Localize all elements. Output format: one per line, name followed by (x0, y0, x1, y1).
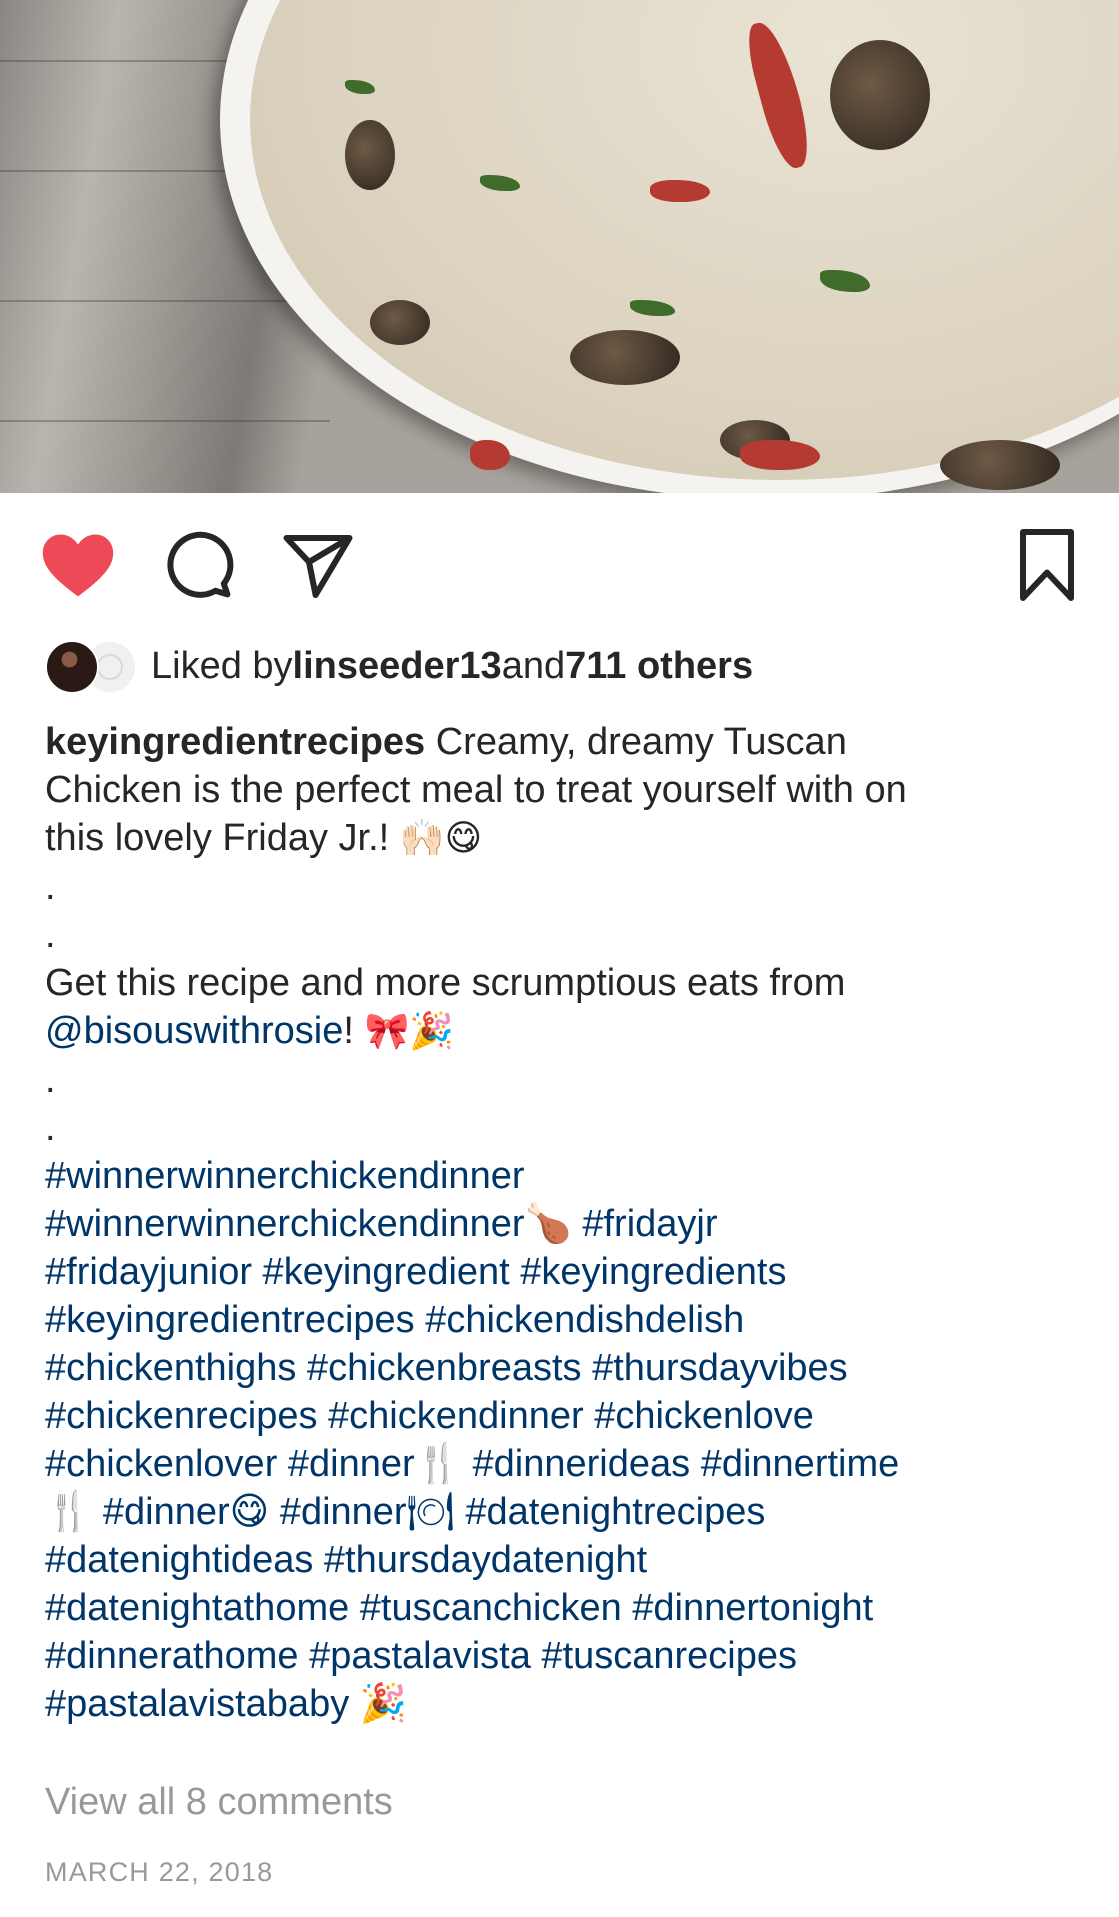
raising-hands-yum-emoji: 🙌🏻😋 (399, 818, 483, 859)
caption-line: Get this recipe and more scrumptious eat… (45, 962, 846, 1004)
mushroom (570, 330, 680, 385)
hashtag-line[interactable]: #chickenlover #dinner🍴 #dinnerideas #din… (45, 1440, 1085, 1488)
hashtag-line[interactable]: #datenightideas #thursdaydatenight (45, 1536, 1085, 1584)
caption-dot: . (45, 866, 56, 908)
save-button[interactable] (1009, 527, 1085, 603)
table-plank-line (0, 420, 330, 422)
hashtag-line[interactable]: #datenightathome #tuscanchicken #dinnert… (45, 1584, 1085, 1632)
share-button[interactable] (280, 527, 356, 603)
caption-line: @bisouswithrosie! 🎀🎉 (45, 1007, 1085, 1056)
caption-text: ! (343, 1010, 365, 1052)
caption-text: this lovely Friday Jr.! (45, 817, 400, 859)
like-button[interactable] (40, 527, 116, 603)
caption-dot: . (45, 914, 56, 956)
ribbon-party-emoji: 🎀🎉 (364, 1011, 455, 1052)
bowl-contents (250, 0, 1119, 480)
liked-by-and: and (501, 644, 566, 687)
liked-by-row: Liked by linseeder13 and 711 others (45, 640, 753, 694)
post-date: MARCH 22, 2018 (45, 1857, 274, 1887)
liked-by-prefix: Liked by (151, 644, 293, 687)
hashtag-line[interactable]: #winnerwinnerchickendinner🍗 #fridayjr (45, 1200, 1085, 1248)
hashtag-line[interactable]: 🍴 #dinner😋 #dinner🍽 #datenightrecipes (45, 1488, 1085, 1536)
caption-line: Chicken is the perfect meal to treat you… (45, 769, 907, 811)
caption-dot: . (45, 1059, 56, 1101)
caption-dot: . (45, 1107, 56, 1149)
caption-line: keyingredientrecipes Creamy, dreamy Tusc… (45, 718, 1085, 766)
mushroom (830, 40, 930, 150)
comment-bubble-icon (167, 531, 234, 598)
hashtag-line[interactable]: #fridayjunior #keyingredient #keyingredi… (45, 1248, 1085, 1296)
post-photo[interactable] (0, 0, 1119, 493)
mushroom (345, 120, 395, 190)
hashtag-line[interactable]: #dinnerathome #pastalavista #tuscanrecip… (45, 1632, 1085, 1680)
hashtag-line[interactable]: #keyingredientrecipes #chickendishdelish (45, 1296, 1085, 1344)
post-caption: keyingredientrecipes Creamy, dreamy Tusc… (45, 718, 1085, 1728)
view-all-comments-link[interactable]: View all 8 comments (45, 1781, 393, 1824)
hashtag-line[interactable]: #chickenrecipes #chickendinner #chickenl… (45, 1392, 1085, 1440)
tomato (470, 440, 510, 470)
likes-others-link[interactable]: 711 others (565, 645, 753, 688)
avatar[interactable] (45, 640, 99, 694)
caption-text: Creamy, dreamy Tuscan (425, 721, 847, 763)
mushroom (370, 300, 430, 345)
tomato (650, 180, 710, 202)
table-plank-line (0, 300, 330, 302)
paper-plane-icon (283, 535, 353, 598)
mushroom (940, 440, 1060, 490)
liker-avatars[interactable] (45, 640, 137, 694)
liker-username[interactable]: linseeder13 (293, 645, 502, 688)
tomato (740, 440, 820, 470)
hashtag-line[interactable]: #winnerwinnerchickendinner (45, 1152, 1085, 1200)
hashtag-line[interactable]: #pastalavistababy 🎉 (45, 1680, 1085, 1728)
caption-line: this lovely Friday Jr.! 🙌🏻😋 (45, 814, 1085, 863)
post-action-bar (0, 527, 1119, 601)
mention-link[interactable]: @bisouswithrosie (45, 1010, 343, 1052)
caption-username[interactable]: keyingredientrecipes (45, 721, 425, 763)
comment-button[interactable] (160, 527, 236, 603)
hashtag-line[interactable]: #chickenthighs #chickenbreasts #thursday… (45, 1344, 1085, 1392)
bookmark-icon (1020, 529, 1074, 601)
heart-filled-icon (42, 534, 114, 597)
